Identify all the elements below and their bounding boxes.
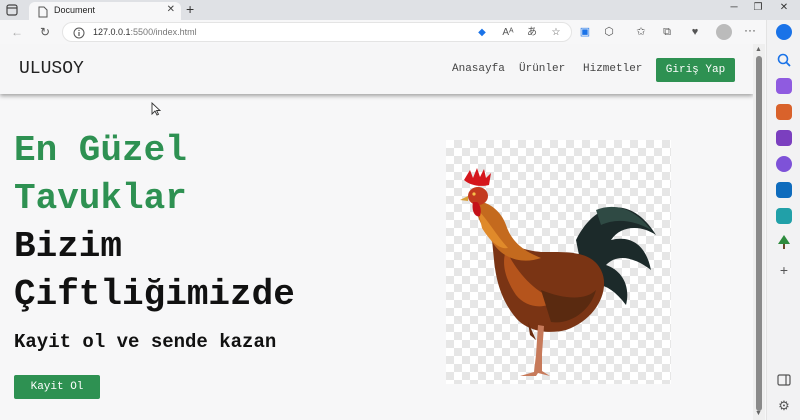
search-icon[interactable] bbox=[776, 52, 792, 68]
drop-icon[interactable] bbox=[776, 208, 792, 224]
page-scrollbar[interactable]: ▲ ▼ bbox=[753, 44, 765, 420]
rooster-image bbox=[446, 140, 671, 384]
shopping-icon[interactable] bbox=[776, 78, 792, 94]
new-tab-icon[interactable]: + bbox=[186, 1, 194, 17]
minimize-icon[interactable]: ─ bbox=[726, 2, 742, 13]
hide-sidebar-icon[interactable] bbox=[776, 372, 792, 388]
hero-title-line-4: Çiftliğimizde bbox=[14, 274, 295, 315]
url-text: 127.0.0.1:5500/index.html bbox=[93, 27, 197, 37]
hero-title-line-1: En Güzel bbox=[14, 130, 187, 171]
hero-subtitle: Kayit ol ve sende kazan bbox=[14, 331, 277, 353]
hero-title-line-2: Tavuklar bbox=[14, 178, 187, 219]
favorites-icon[interactable]: ✩ bbox=[634, 25, 648, 39]
nav-link-hizmetler[interactable]: Hizmetler bbox=[583, 63, 642, 75]
page-icon bbox=[37, 5, 49, 18]
microsoft365-icon[interactable] bbox=[776, 156, 792, 172]
nav-link-urunler[interactable]: Ürünler bbox=[519, 63, 565, 75]
address-bar[interactable]: 127.0.0.1:5500/index.html ◆ Aᴬ あ ☆ bbox=[62, 22, 572, 42]
browser-toolbar: ← ↻ 127.0.0.1:5500/index.html ◆ Aᴬ あ ☆ ▣… bbox=[0, 20, 800, 44]
scroll-up-icon[interactable]: ▲ bbox=[755, 46, 762, 53]
browser-tab[interactable]: Document ✕ bbox=[29, 2, 181, 20]
tree-icon[interactable] bbox=[776, 234, 792, 250]
hero-title-line-3: Bizim bbox=[14, 226, 123, 267]
tab-actions-icon[interactable] bbox=[5, 3, 19, 17]
refresh-icon[interactable]: ↻ bbox=[38, 25, 52, 39]
copilot-icon[interactable] bbox=[776, 24, 792, 40]
url-path: :5500/index.html bbox=[130, 27, 197, 37]
tools-icon[interactable] bbox=[776, 104, 792, 120]
browser-tab-bar: Document ✕ + ─ ❐ ✕ bbox=[0, 0, 800, 20]
add-icon[interactable]: + bbox=[776, 262, 792, 278]
outlook-icon[interactable] bbox=[776, 182, 792, 198]
url-host: 127.0.0.1 bbox=[93, 27, 131, 37]
mouse-cursor-icon bbox=[151, 101, 162, 121]
page-viewport: ULUSOY Anasayfa Ürünler Hizmetler Giriş … bbox=[0, 44, 753, 420]
coupon-icon[interactable]: ◆ bbox=[475, 26, 489, 40]
media-icon[interactable]: ▣ bbox=[578, 25, 592, 39]
login-button[interactable]: Giriş Yap bbox=[656, 58, 735, 82]
collections-icon[interactable]: ⧉ bbox=[660, 25, 674, 39]
nav-link-anasayfa[interactable]: Anasayfa bbox=[452, 63, 505, 75]
games-icon[interactable] bbox=[776, 130, 792, 146]
close-window-icon[interactable]: ✕ bbox=[776, 2, 792, 13]
settings-icon[interactable]: ⚙ bbox=[776, 398, 792, 414]
edge-sidebar: + ⚙ bbox=[766, 20, 800, 420]
info-icon[interactable] bbox=[73, 26, 85, 39]
scroll-down-icon[interactable]: ▼ bbox=[755, 410, 762, 417]
more-icon[interactable]: ··· bbox=[744, 23, 756, 37]
translate-icon[interactable]: あ bbox=[525, 26, 539, 40]
tab-title: Document bbox=[54, 5, 96, 15]
health-icon[interactable]: ♥ bbox=[688, 25, 702, 39]
register-button[interactable]: Kayit Ol bbox=[14, 375, 100, 399]
maximize-icon[interactable]: ❐ bbox=[750, 2, 766, 13]
avatar[interactable] bbox=[716, 24, 732, 40]
extensions-icon[interactable]: ⬡ bbox=[602, 25, 616, 39]
back-icon[interactable]: ← bbox=[10, 25, 24, 39]
read-aloud-icon[interactable]: Aᴬ bbox=[501, 26, 515, 40]
scroll-thumb[interactable] bbox=[756, 56, 762, 411]
close-tab-icon[interactable]: ✕ bbox=[167, 4, 175, 15]
site-navbar: ULUSOY Anasayfa Ürünler Hizmetler Giriş … bbox=[0, 44, 753, 94]
brand-logo[interactable]: ULUSOY bbox=[19, 59, 84, 79]
favorite-add-icon[interactable]: ☆ bbox=[549, 26, 563, 40]
